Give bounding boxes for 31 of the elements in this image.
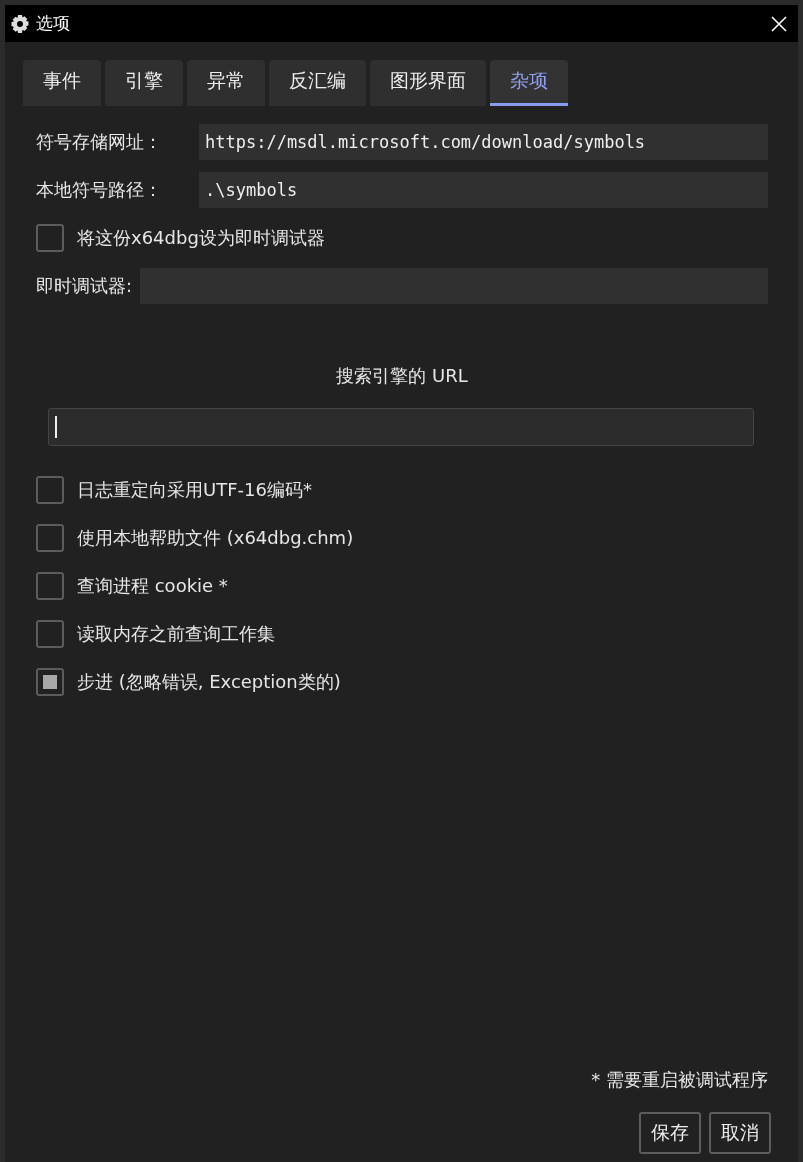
section-heading: 搜索引擎的 URL bbox=[335, 364, 469, 388]
checkbox[interactable] bbox=[36, 668, 64, 696]
footnote: * 需要重启被调试程序 bbox=[591, 1069, 768, 1090]
field-label: 符号存储网址： bbox=[36, 130, 163, 154]
dialog-button[interactable]: 取消 bbox=[709, 1112, 771, 1154]
tab[interactable]: 事件 bbox=[23, 60, 101, 106]
field-label: 本地符号路径： bbox=[36, 178, 163, 202]
checkbox-label: 读取内存之前查询工作集 bbox=[77, 622, 275, 646]
tab[interactable]: 反汇编 bbox=[269, 60, 366, 106]
window-title: 选项 bbox=[36, 12, 71, 35]
input-field[interactable]: https://msdl.microsoft.com/download/symbols bbox=[199, 124, 768, 160]
checkbox[interactable] bbox=[36, 572, 64, 600]
checkbox-label: 将这份x64dbg设为即时调试器 bbox=[77, 226, 325, 250]
checkbox-label: 查询进程 cookie * bbox=[77, 574, 228, 598]
input-field[interactable] bbox=[48, 408, 754, 446]
tab[interactable]: 引擎 bbox=[105, 60, 183, 106]
checkbox-label: 使用本地帮助文件 (x64dbg.chm) bbox=[77, 526, 354, 550]
input-field[interactable]: .\symbols bbox=[199, 172, 768, 208]
close-icon[interactable] bbox=[770, 14, 788, 33]
tab[interactable]: 异常 bbox=[187, 60, 265, 106]
tab[interactable]: 图形界面 bbox=[370, 60, 486, 106]
field-label: 即时调试器: bbox=[36, 274, 133, 298]
checkbox-label: 步进 (忽略错误, Exception类的) bbox=[77, 670, 341, 694]
checkbox[interactable] bbox=[36, 524, 64, 552]
gear-icon bbox=[10, 13, 30, 34]
tab[interactable]: 杂项 bbox=[490, 60, 568, 106]
checkbox[interactable] bbox=[36, 620, 64, 648]
checkbox[interactable] bbox=[36, 224, 64, 252]
checkbox-label: 日志重定向采用UTF-16编码* bbox=[77, 478, 312, 502]
dialog-button[interactable]: 保存 bbox=[639, 1112, 701, 1154]
checkbox[interactable] bbox=[36, 476, 64, 504]
